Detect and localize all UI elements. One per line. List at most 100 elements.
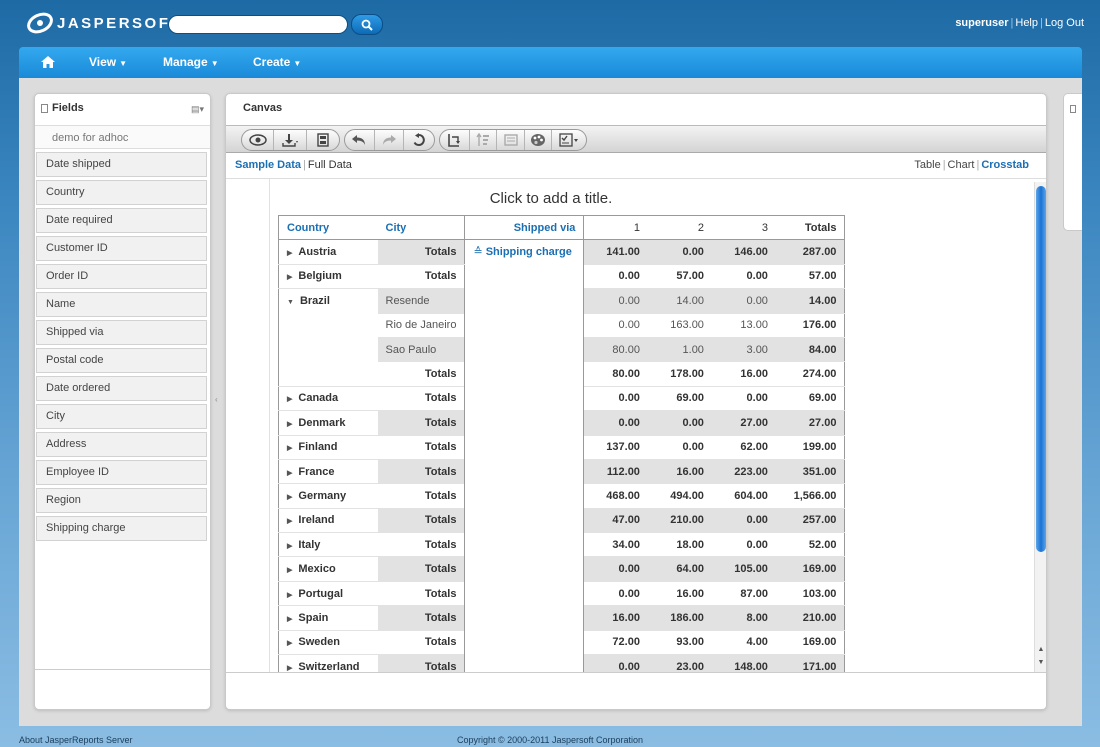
data-cell: 494.00 bbox=[647, 483, 712, 509]
measure-header[interactable]: ≙ Shipping charge bbox=[464, 239, 585, 680]
country-row-header[interactable]: ▶ Canada bbox=[278, 385, 378, 412]
country-row-header[interactable]: ▶ Italy bbox=[278, 532, 378, 558]
about-link[interactable]: About JasperReports Server bbox=[19, 735, 133, 745]
country-row-header[interactable]: ▶ Sweden bbox=[278, 629, 378, 656]
redo-button[interactable] bbox=[375, 130, 405, 150]
save-button[interactable] bbox=[307, 130, 339, 150]
field-item[interactable]: Address bbox=[36, 432, 207, 457]
country-row-header[interactable]: ▶ Denmark bbox=[278, 410, 378, 436]
expand-triangle-icon[interactable]: ▶ bbox=[287, 396, 292, 403]
search-field[interactable] bbox=[168, 15, 348, 34]
undo-all-button[interactable] bbox=[404, 130, 434, 150]
data-cell: 4.00 bbox=[711, 629, 776, 656]
view-mode-switch: Table | Chart | Crosstab bbox=[914, 159, 1029, 171]
collapse-triangle-icon[interactable]: ▼ bbox=[287, 299, 294, 306]
jaspersoft-logo[interactable]: JASPERSOFT bbox=[27, 10, 182, 36]
expand-triangle-icon[interactable]: ▶ bbox=[287, 494, 292, 501]
field-item[interactable]: Date ordered bbox=[36, 376, 207, 401]
data-cell: 16.00 bbox=[583, 605, 648, 631]
sort-button[interactable] bbox=[470, 130, 498, 150]
country-row-header[interactable]: ▶ Ireland bbox=[278, 507, 378, 534]
panel-minimize-icon[interactable] bbox=[41, 104, 48, 113]
field-item[interactable]: Shipped via bbox=[36, 320, 207, 345]
country-label: Denmark bbox=[298, 416, 346, 429]
expand-triangle-icon[interactable]: ▶ bbox=[287, 592, 292, 599]
preview-button[interactable] bbox=[242, 130, 275, 150]
menu-manage-label: Manage bbox=[163, 55, 208, 69]
expand-triangle-icon[interactable]: ▶ bbox=[287, 640, 292, 647]
styles-button[interactable] bbox=[525, 130, 553, 150]
pivot-button[interactable] bbox=[440, 130, 470, 150]
city-row-header[interactable]: Resende bbox=[377, 288, 465, 314]
undo-button[interactable] bbox=[345, 130, 375, 150]
username-link[interactable]: superuser bbox=[955, 17, 1008, 29]
country-header[interactable]: Country bbox=[278, 214, 378, 241]
row-total-cell: 69.00 bbox=[775, 385, 846, 412]
help-link[interactable]: Help bbox=[1015, 17, 1038, 29]
field-item[interactable]: Date shipped bbox=[36, 152, 207, 177]
logout-link[interactable]: Log Out bbox=[1045, 17, 1084, 29]
field-item[interactable]: Shipping charge bbox=[36, 516, 207, 541]
search-button[interactable] bbox=[351, 14, 383, 35]
sort-toggle-icon[interactable]: ≙ bbox=[473, 246, 485, 258]
country-row-header[interactable]: ▶ Austria bbox=[278, 239, 378, 265]
country-row-header[interactable]: ▼ Brazil bbox=[278, 288, 378, 387]
field-item[interactable]: Postal code bbox=[36, 348, 207, 373]
expand-triangle-icon[interactable]: ▶ bbox=[287, 274, 292, 281]
menu-view[interactable]: View ▼ bbox=[89, 47, 127, 78]
full-data-link[interactable]: Full Data bbox=[308, 159, 352, 171]
layout-button[interactable] bbox=[497, 130, 525, 150]
menu-create[interactable]: Create ▼ bbox=[253, 47, 301, 78]
collapsed-side-panel[interactable] bbox=[1063, 93, 1082, 231]
home-icon[interactable] bbox=[40, 55, 56, 72]
field-item[interactable]: Order ID bbox=[36, 264, 207, 289]
canvas-scrollbar[interactable]: ▲ ▼ bbox=[1034, 182, 1046, 672]
chart-view-link[interactable]: Chart bbox=[948, 159, 975, 171]
city-row-header[interactable]: Sao Paulo bbox=[377, 337, 465, 363]
expand-triangle-icon[interactable]: ▶ bbox=[287, 421, 292, 428]
panel-expand-icon[interactable] bbox=[1070, 105, 1076, 113]
scroll-up-icon[interactable]: ▲ bbox=[1036, 644, 1046, 655]
country-row-header[interactable]: ▶ Germany bbox=[278, 483, 378, 509]
field-item[interactable]: Employee ID bbox=[36, 460, 207, 485]
expand-triangle-icon[interactable]: ▶ bbox=[287, 470, 292, 477]
options-button[interactable] bbox=[552, 130, 586, 150]
scrollbar-thumb[interactable] bbox=[1036, 186, 1046, 552]
country-label: Finland bbox=[298, 441, 338, 454]
country-row-header[interactable]: ▶ Portugal bbox=[278, 580, 378, 607]
field-item[interactable]: Name bbox=[36, 292, 207, 317]
country-row-header[interactable]: ▶ Belgium bbox=[278, 263, 378, 290]
expand-triangle-icon[interactable]: ▶ bbox=[287, 616, 292, 623]
shipped-via-header[interactable]: Shipped via bbox=[464, 214, 585, 241]
country-row-header[interactable]: ▶ France bbox=[278, 458, 378, 485]
report-title[interactable]: Click to add a title. bbox=[226, 190, 876, 207]
menu-manage[interactable]: Manage ▼ bbox=[163, 47, 219, 78]
crosstab-view-link[interactable]: Crosstab bbox=[981, 159, 1029, 171]
column-header-3: 3 bbox=[711, 214, 776, 241]
expand-triangle-icon[interactable]: ▶ bbox=[287, 543, 292, 550]
export-button[interactable] bbox=[274, 130, 307, 150]
sample-data-link[interactable]: Sample Data bbox=[235, 159, 301, 171]
totals-label: Totals bbox=[377, 580, 465, 607]
city-header[interactable]: City bbox=[377, 214, 465, 241]
field-item[interactable]: Country bbox=[36, 180, 207, 205]
field-item[interactable]: City bbox=[36, 404, 207, 429]
fields-menu-icon[interactable]: ▤▾ bbox=[191, 104, 204, 115]
expand-triangle-icon[interactable]: ▶ bbox=[287, 665, 292, 672]
field-item[interactable]: Customer ID bbox=[36, 236, 207, 261]
table-view-link[interactable]: Table bbox=[914, 159, 940, 171]
expand-triangle-icon[interactable]: ▶ bbox=[287, 250, 292, 257]
scroll-down-icon[interactable]: ▼ bbox=[1036, 657, 1046, 668]
expand-triangle-icon[interactable]: ▶ bbox=[287, 518, 292, 525]
country-row-header[interactable]: ▶ Mexico bbox=[278, 556, 378, 582]
row-total-cell: 84.00 bbox=[775, 337, 846, 363]
city-row-header[interactable]: Rio de Janeiro bbox=[377, 313, 465, 338]
expand-triangle-icon[interactable]: ▶ bbox=[287, 445, 292, 452]
panel-splitter-handle[interactable]: ‹ bbox=[215, 395, 218, 404]
country-row-header[interactable]: ▶ Finland bbox=[278, 434, 378, 460]
country-row-header[interactable]: ▶ Spain bbox=[278, 605, 378, 631]
search-input[interactable] bbox=[177, 16, 347, 33]
field-item[interactable]: Region bbox=[36, 488, 207, 513]
field-item[interactable]: Date required bbox=[36, 208, 207, 233]
expand-triangle-icon[interactable]: ▶ bbox=[287, 567, 292, 574]
